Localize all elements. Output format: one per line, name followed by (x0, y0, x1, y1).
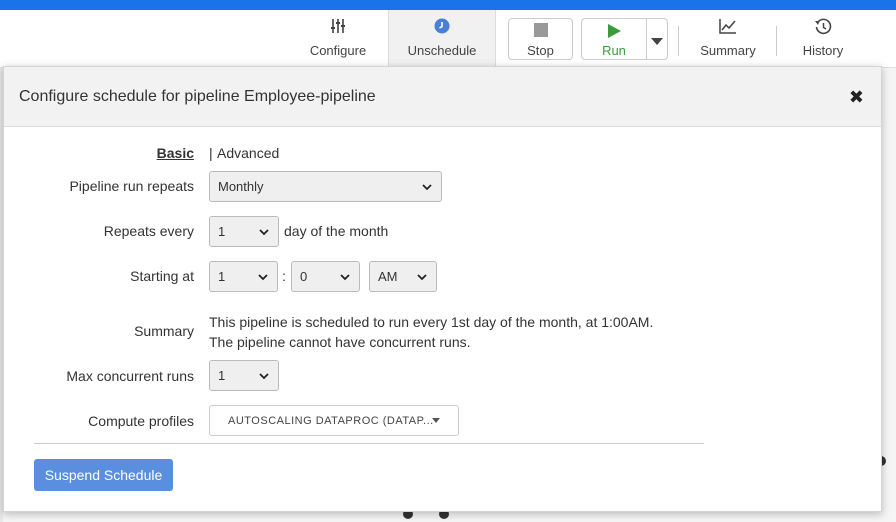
play-icon (582, 23, 646, 41)
dialog-title: Configure schedule for pipeline Employee… (19, 88, 376, 105)
starting-at-label: Starting at (130, 268, 194, 284)
start-ampm-value: AM (378, 269, 398, 284)
schedule-dialog: Configure schedule for pipeline Employee… (3, 66, 882, 512)
repeats-every-label: Repeats every (103, 223, 194, 239)
start-hour-select[interactable]: 1 (209, 261, 278, 292)
max-concurrent-select[interactable]: 1 (209, 360, 279, 391)
sliders-icon (298, 18, 378, 40)
history-label: History (802, 43, 844, 58)
max-concurrent-label: Max concurrent runs (66, 368, 194, 384)
tab-advanced[interactable]: Advanced (217, 145, 279, 161)
repeats-every-value: 1 (218, 224, 226, 239)
dialog-header: Configure schedule for pipeline Employee… (4, 67, 881, 127)
run-button[interactable]: Run (581, 18, 647, 60)
run-label: Run (602, 43, 626, 58)
start-minute-select[interactable]: 0 (291, 261, 360, 292)
chevron-down-icon (417, 273, 427, 280)
repeats-every-select[interactable]: 1 (209, 216, 279, 247)
compute-profile-dropdown[interactable]: AUTOSCALING DATAPROC (DATAP... (209, 405, 459, 436)
summary-line: The pipeline cannot have concurrent runs… (209, 334, 471, 350)
configure-button[interactable]: Configure (298, 10, 378, 66)
toolbar-divider (776, 26, 777, 56)
footer-divider (34, 443, 704, 444)
start-hour-value: 1 (218, 269, 226, 284)
unschedule-button[interactable]: Unschedule (388, 10, 496, 66)
clock-icon (389, 18, 495, 40)
summary-line: This pipeline is scheduled to run every … (209, 314, 654, 330)
compute-profiles-label: Compute profiles (88, 413, 194, 429)
unschedule-label: Unschedule (407, 43, 477, 58)
max-concurrent-value: 1 (218, 368, 226, 383)
stop-icon (509, 23, 572, 41)
summary-label: Summary (700, 43, 756, 58)
summary-label: Summary (134, 323, 194, 339)
start-minute-value: 0 (300, 269, 308, 284)
history-icon (784, 18, 862, 40)
history-button[interactable]: History (784, 10, 862, 66)
stop-label: Stop (527, 43, 554, 58)
chevron-down-icon (259, 372, 269, 379)
suspend-schedule-button[interactable]: Suspend Schedule (34, 459, 173, 491)
run-repeats-value: Monthly (218, 179, 264, 194)
chevron-down-icon (422, 183, 432, 190)
repeats-every-suffix: day of the month (284, 223, 389, 239)
tab-separator: | (209, 145, 213, 161)
line-chart-icon (686, 18, 770, 40)
tab-basic[interactable]: Basic (157, 145, 194, 161)
start-ampm-select[interactable]: AM (369, 261, 437, 292)
stop-button[interactable]: Stop (508, 18, 573, 60)
caret-down-icon (647, 34, 667, 49)
chevron-down-icon (340, 273, 350, 280)
summary-text: This pipeline is scheduled to run every … (209, 312, 653, 352)
caret-down-icon (432, 418, 440, 423)
chevron-down-icon (259, 228, 269, 235)
summary-button[interactable]: Summary (686, 10, 770, 66)
toolbar-divider (678, 26, 679, 56)
run-repeats-label: Pipeline run repeats (69, 178, 194, 194)
run-repeats-select[interactable]: Monthly (209, 171, 442, 202)
top-accent-bar (0, 0, 896, 10)
compute-profile-value: AUTOSCALING DATAPROC (DATAP... (228, 414, 434, 427)
close-icon[interactable]: ✖ (849, 87, 864, 108)
configure-label: Configure (309, 43, 367, 58)
time-colon: : (282, 268, 286, 284)
chevron-down-icon (258, 273, 268, 280)
run-options-dropdown[interactable] (646, 18, 668, 60)
pipeline-toolbar: Configure Unschedule Stop Run Summary Hi… (0, 10, 896, 68)
